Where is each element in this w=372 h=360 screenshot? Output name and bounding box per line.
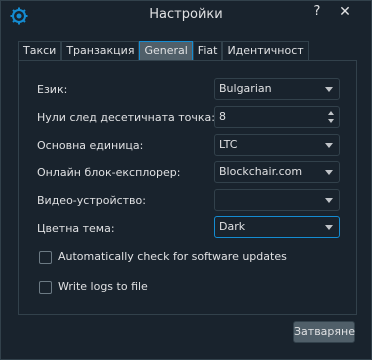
- base-unit-value: LTC: [219, 138, 238, 151]
- chevron-down-icon: [325, 143, 333, 148]
- base-unit-select[interactable]: LTC: [214, 134, 340, 156]
- video-device-label: Видео-устройство:: [37, 194, 146, 207]
- video-device-select[interactable]: [214, 189, 340, 211]
- close-icon[interactable]: ✕: [337, 4, 353, 20]
- help-button[interactable]: ?: [309, 4, 325, 20]
- chevron-down-icon: [325, 170, 333, 175]
- tab-general[interactable]: General: [139, 41, 193, 61]
- language-select[interactable]: Bulgarian: [214, 78, 340, 100]
- color-theme-label: Цветна тема:: [37, 222, 115, 235]
- tab-identity[interactable]: Идентичност: [222, 41, 309, 60]
- settings-window: Настройки ? ✕ Такси Транзакция General F…: [0, 0, 372, 360]
- write-logs-label[interactable]: Write logs to file: [58, 280, 148, 293]
- spin-down-icon[interactable]: [328, 119, 334, 123]
- title-bar: Настройки ? ✕: [1, 1, 371, 31]
- color-theme-select[interactable]: Dark: [214, 216, 340, 238]
- chevron-down-icon: [325, 225, 333, 230]
- block-explorer-value: Blockchair.com: [219, 165, 303, 178]
- write-logs-checkbox[interactable]: [39, 281, 52, 294]
- tab-transaction[interactable]: Транзакция: [61, 41, 140, 60]
- block-explorer-label: Онлайн блок-експлорер:: [37, 166, 181, 179]
- decimal-zeros-label: Нули след десетичната точка:: [37, 111, 215, 124]
- language-label: Език:: [37, 83, 68, 96]
- tab-fiat[interactable]: Fiat: [192, 41, 223, 60]
- close-button[interactable]: Затваряне: [293, 321, 355, 343]
- general-panel: Език: Bulgarian Нули след десетичната то…: [18, 60, 357, 315]
- auto-update-checkbox[interactable]: [39, 251, 52, 264]
- color-theme-value: Dark: [219, 220, 246, 233]
- block-explorer-select[interactable]: Blockchair.com: [214, 161, 340, 183]
- tab-bar: Такси Транзакция General Fiat Идентичнос…: [18, 41, 309, 61]
- auto-update-label[interactable]: Automatically check for software updates: [58, 250, 287, 263]
- tab-fees[interactable]: Такси: [18, 41, 62, 60]
- chevron-down-icon: [325, 198, 333, 203]
- base-unit-label: Основна единица:: [37, 139, 144, 152]
- chevron-down-icon: [325, 87, 333, 92]
- decimal-zeros-spinbox[interactable]: 8: [214, 106, 340, 128]
- language-value: Bulgarian: [219, 82, 272, 95]
- decimal-zeros-value: 8: [219, 110, 226, 123]
- spin-up-icon[interactable]: [328, 111, 334, 115]
